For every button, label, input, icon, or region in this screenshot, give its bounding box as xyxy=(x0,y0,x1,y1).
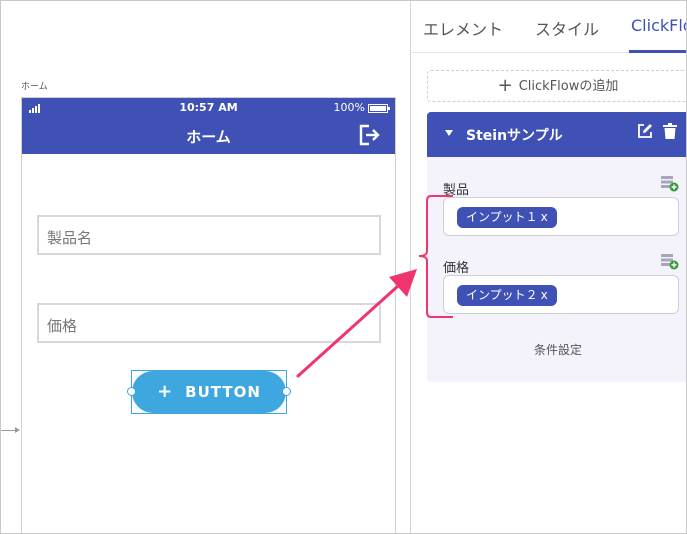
phone-screen[interactable]: 10:57 AM 100% ホーム 製品名 価格 + BUTTON xyxy=(21,97,396,533)
chip-remove-icon[interactable]: x xyxy=(541,210,548,224)
clickflow-header[interactable]: Steinサンプル xyxy=(427,112,686,157)
tab-style[interactable]: スタイル xyxy=(535,16,599,40)
chip-remove-icon[interactable]: x xyxy=(541,288,548,302)
app-window: ホーム 10:57 AM 100% ホーム 製品名 価格 + BUTTON エレ… xyxy=(0,0,687,534)
delete-icon[interactable] xyxy=(663,123,677,139)
price-param-label: 価格 xyxy=(443,261,470,276)
add-clickflow-button[interactable]: + ClickFlowの追加 xyxy=(427,70,686,102)
battery-icon xyxy=(368,104,390,113)
add-field-icon[interactable] xyxy=(661,176,679,192)
clickflow-card: Steinサンプル 製品 インプット１ x 価格 インプット２ x 条件設定 xyxy=(427,112,686,382)
logout-icon[interactable] xyxy=(358,124,380,146)
collapse-icon[interactable] xyxy=(445,130,453,136)
price-param-box[interactable]: インプット２ x xyxy=(443,275,679,314)
input-chip[interactable]: インプット１ x xyxy=(457,207,557,228)
product-param-box[interactable]: インプット１ x xyxy=(443,197,679,236)
plus-icon: + xyxy=(497,75,513,96)
edit-icon[interactable] xyxy=(637,123,653,139)
input-chip-label: インプット２ xyxy=(466,288,538,302)
price-placeholder: 価格 xyxy=(47,317,78,335)
status-bar: 10:57 AM 100% xyxy=(22,98,395,118)
tab-element[interactable]: エレメント xyxy=(423,16,503,40)
condition-settings-link[interactable]: 条件設定 xyxy=(427,341,686,358)
design-canvas[interactable]: ホーム 10:57 AM 100% ホーム 製品名 価格 + BUTTON xyxy=(1,1,410,533)
properties-panel: エレメント スタイル ClickFlow + ClickFlowの追加 Stein… xyxy=(410,1,686,533)
input-chip[interactable]: インプット２ x xyxy=(457,285,557,306)
resize-handle-right[interactable] xyxy=(282,387,291,396)
screen-name-label: ホーム xyxy=(21,82,48,92)
clickflow-title: Steinサンプル xyxy=(466,128,563,144)
add-field-icon[interactable] xyxy=(661,254,679,270)
product-name-placeholder: 製品名 xyxy=(47,229,93,247)
app-bar-title: ホーム xyxy=(186,128,231,146)
add-clickflow-label: ClickFlowの追加 xyxy=(518,79,619,94)
panel-tabs: エレメント スタイル ClickFlow xyxy=(411,1,686,53)
app-bar: ホーム xyxy=(22,118,395,154)
input-chip-label: インプット１ xyxy=(466,210,538,224)
resize-handle-left[interactable] xyxy=(127,387,136,396)
screen-connector-arrow-icon xyxy=(15,427,20,433)
tab-clickflow[interactable]: ClickFlow xyxy=(631,16,686,35)
button-selection-frame[interactable]: + BUTTON xyxy=(127,370,291,414)
plus-icon: + xyxy=(157,381,174,402)
product-name-input[interactable]: 製品名 xyxy=(37,215,381,255)
active-tab-indicator xyxy=(629,50,686,53)
product-param-label: 製品 xyxy=(443,183,470,198)
button-widget[interactable]: + BUTTON xyxy=(132,371,286,413)
battery-percent: 100% xyxy=(333,101,365,114)
price-input[interactable]: 価格 xyxy=(37,303,381,343)
button-label: BUTTON xyxy=(185,383,261,401)
